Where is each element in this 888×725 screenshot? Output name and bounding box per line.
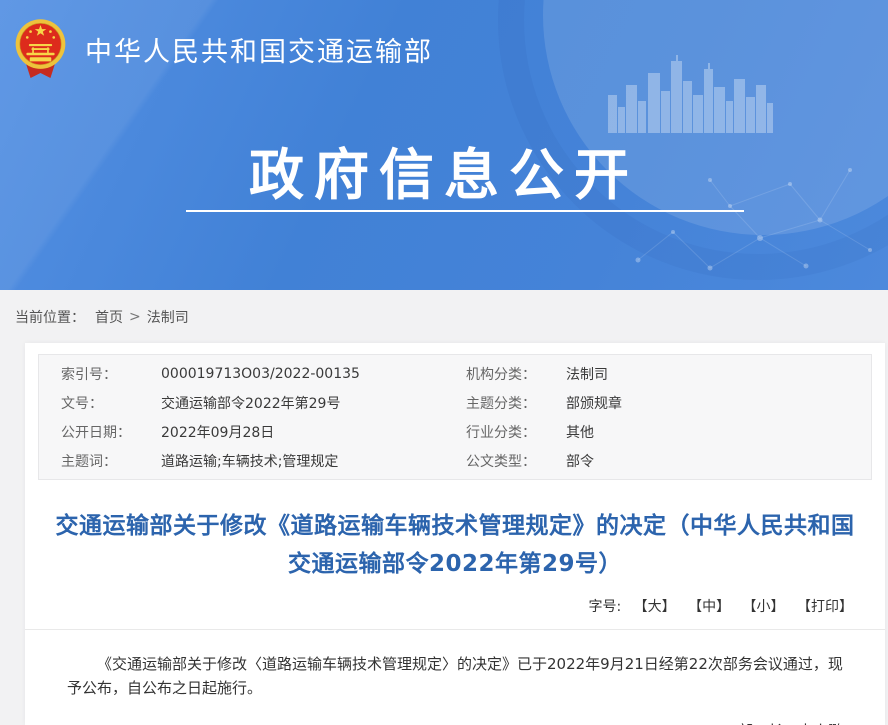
font-size-controls: 字号: 【大】 【中】 【小】 【打印】: [25, 596, 885, 630]
article-body: 《交通运输部关于修改〈道路运输车辆技术管理规定〉的决定》已于2022年9月21日…: [67, 652, 843, 700]
site-name[interactable]: 中华人民共和国交通运输部: [85, 30, 433, 69]
meta-label: 公开日期：: [61, 422, 161, 442]
meta-value: 部令: [566, 451, 871, 471]
meta-value: 部颁规章: [566, 393, 871, 413]
main-area: 当前位置： 首页 > 法制司 索引号： 000019713O03/2022-00…: [0, 290, 888, 725]
meta-label: 主题分类：: [466, 393, 566, 413]
font-medium-button[interactable]: 【中】: [688, 599, 730, 615]
meta-row: 公开日期： 2022年09月28日 行业分类： 其他: [39, 417, 871, 446]
meta-table: 索引号： 000019713O03/2022-00135 机构分类： 法制司 文…: [38, 354, 872, 480]
meta-row: 文号： 交通运输部令2022年第29号 主题分类： 部颁规章: [39, 388, 871, 417]
meta-value: 道路运输;车辆技术;管理规定: [161, 451, 466, 471]
breadcrumb-separator: >: [129, 309, 141, 325]
banner-underline: [186, 210, 744, 212]
meta-row: 索引号： 000019713O03/2022-00135 机构分类： 法制司: [39, 359, 871, 388]
print-button[interactable]: 【打印】: [797, 599, 853, 615]
meta-value: 2022年09月28日: [161, 422, 466, 442]
minister-signature: 部 长 李小鹏: [67, 720, 843, 725]
meta-value: 法制司: [566, 364, 871, 384]
breadcrumb-home-link[interactable]: 首页: [95, 307, 123, 327]
font-large-button[interactable]: 【大】: [634, 599, 676, 615]
meta-value: 交通运输部令2022年第29号: [161, 393, 466, 413]
city-skyline-decoration: [608, 55, 776, 133]
meta-label: 主题词：: [61, 451, 161, 471]
meta-label: 文号：: [61, 393, 161, 413]
meta-label: 机构分类：: [466, 364, 566, 384]
meta-label: 行业分类：: [466, 422, 566, 442]
banner-title: 政府信息公开: [0, 130, 888, 210]
breadcrumb-department-link[interactable]: 法制司: [147, 307, 189, 327]
article-title: 交通运输部关于修改《道路运输车辆技术管理规定》的决定（中华人民共和国交通运输部令…: [50, 507, 860, 583]
breadcrumb-label: 当前位置：: [15, 307, 85, 327]
content-card: 索引号： 000019713O03/2022-00135 机构分类： 法制司 文…: [25, 343, 885, 725]
site-header: 中华人民共和国交通运输部: [14, 16, 433, 82]
meta-value: 其他: [566, 422, 871, 442]
meta-label: 公文类型：: [466, 451, 566, 471]
font-small-button[interactable]: 【小】: [743, 599, 785, 615]
meta-row: 主题词： 道路运输;车辆技术;管理规定 公文类型： 部令: [39, 446, 871, 475]
banner: 中华人民共和国交通运输部 政府信息公开: [0, 0, 888, 290]
meta-value: 000019713O03/2022-00135: [161, 366, 466, 382]
breadcrumb: 当前位置： 首页 > 法制司: [0, 290, 888, 343]
national-emblem-icon: [14, 16, 67, 82]
meta-label: 索引号：: [61, 364, 161, 384]
font-size-label: 字号:: [588, 599, 621, 615]
